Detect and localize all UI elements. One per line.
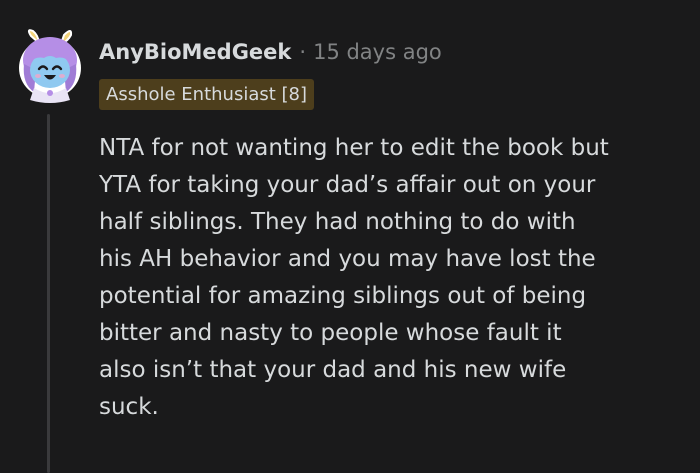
thread-line[interactable] (47, 114, 50, 473)
timestamp-link[interactable]: 15 days ago (313, 36, 442, 68)
comment-body-line: also isn’t that your dad and his new wif… (99, 357, 567, 383)
username-link[interactable]: AnyBioMedGeek (99, 36, 291, 68)
comment-body-line: YTA for taking your dad’s affair out on … (99, 172, 596, 198)
comment-body-line: his AH behavior and you may have lost th… (99, 246, 596, 272)
comment: AnyBioMedGeek · 15 days ago Asshole Enth… (0, 0, 700, 473)
comment-body-line: NTA for not wanting her to edit the book… (99, 135, 609, 161)
user-avatar-icon[interactable] (14, 26, 86, 104)
meta-separator: · (299, 40, 307, 64)
comment-meta: AnyBioMedGeek · 15 days ago (99, 36, 442, 68)
comment-body-line: half siblings. They had nothing to do wi… (99, 209, 576, 235)
comment-body: NTA for not wanting her to edit the book… (99, 130, 694, 426)
comment-body-line: potential for amazing siblings out of be… (99, 283, 587, 309)
user-flair: Asshole Enthusiast [8] (99, 79, 315, 110)
comment-body-line: suck. (99, 394, 159, 420)
comment-body-line: bitter and nasty to people whose fault i… (99, 320, 562, 346)
